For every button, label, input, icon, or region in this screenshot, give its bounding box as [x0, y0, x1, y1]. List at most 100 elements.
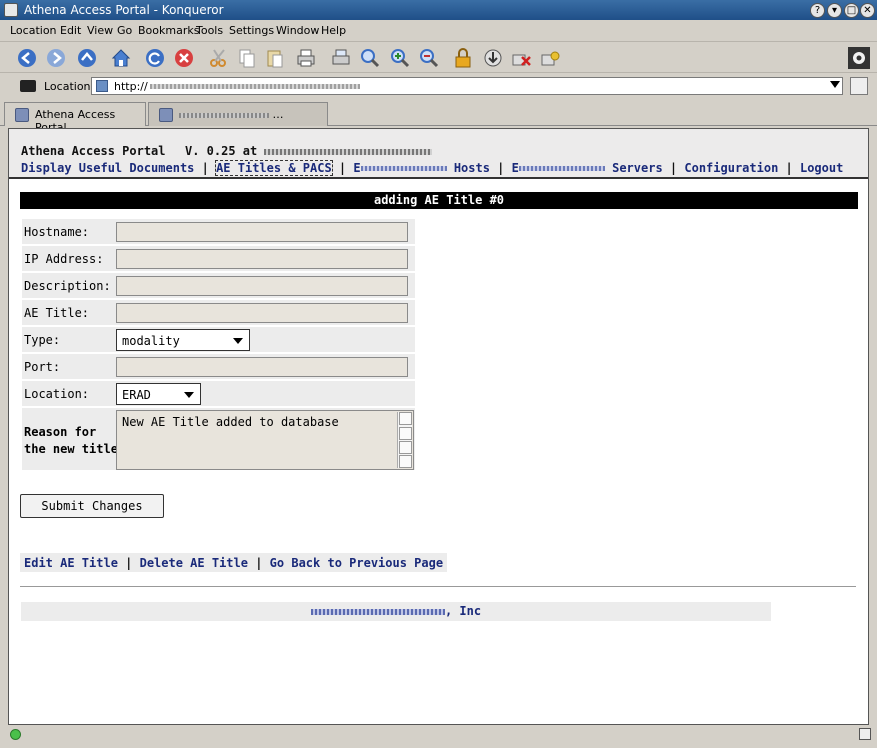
status-led-icon: [10, 729, 21, 740]
portal-name: Athena Access Portal: [21, 144, 166, 158]
portal-nav: Display Useful Documents | AE Titles & P…: [21, 160, 844, 176]
download-icon[interactable]: [482, 47, 504, 69]
maximize-window-button[interactable]: □: [844, 3, 859, 18]
reload-icon[interactable]: [144, 47, 166, 69]
close-window-button[interactable]: ✕: [860, 3, 875, 18]
ip-address-row: IP Address:: [22, 246, 415, 271]
location-selected-value: ERAD: [122, 388, 151, 402]
menu-settings[interactable]: Settings: [229, 24, 274, 37]
print-frame-icon[interactable]: [330, 47, 352, 69]
minimize-window-button[interactable]: ▾: [827, 3, 842, 18]
portal-header: Athena Access Portal V. 0.25 at Display …: [9, 129, 868, 179]
menu-window[interactable]: Window: [276, 24, 319, 37]
version-text: V. 0.25 at: [185, 144, 258, 158]
menu-bar: Location Edit View Go Bookmarks Tools Se…: [0, 20, 877, 42]
location-url-redacted: [150, 84, 360, 89]
footer-divider: [20, 586, 856, 587]
up-icon[interactable]: [76, 47, 98, 69]
menu-location[interactable]: Location: [10, 24, 57, 37]
menu-edit[interactable]: Edit: [60, 24, 81, 37]
window-title: Athena Access Portal - Konqueror: [24, 3, 224, 17]
zoom-icon[interactable]: [359, 47, 381, 69]
submit-changes-button[interactable]: Submit Changes: [20, 494, 164, 518]
copy-icon[interactable]: [236, 47, 258, 69]
tab-second[interactable]: …: [148, 102, 328, 126]
ae-title-input[interactable]: [116, 303, 408, 323]
menu-help[interactable]: Help: [321, 24, 346, 37]
nav-hosts[interactable]: E Hosts: [353, 161, 490, 175]
scroll-track[interactable]: [399, 427, 412, 440]
zoom-out-icon[interactable]: [418, 47, 440, 69]
tab-athena-access-portal[interactable]: Athena Access Portal: [4, 102, 146, 134]
type-selected-value: modality: [122, 334, 180, 348]
edit-ae-title-link[interactable]: Edit AE Title: [24, 556, 118, 570]
scroll-down-icon[interactable]: [399, 455, 412, 468]
scroll-track[interactable]: [399, 441, 412, 454]
hostname-label: Hostname:: [24, 225, 90, 239]
main-toolbar: [0, 43, 877, 73]
ae-title-label: AE Title:: [24, 306, 90, 320]
type-row: Type: modality: [22, 327, 415, 352]
block-icon[interactable]: [510, 47, 532, 69]
reason-text: New AE Title added to database: [122, 415, 339, 429]
nav-ae-titles-pacs[interactable]: AE Titles & PACS: [215, 160, 333, 176]
menu-view[interactable]: View: [87, 24, 113, 37]
print-icon[interactable]: [295, 47, 317, 69]
location-select[interactable]: ERAD: [116, 383, 201, 405]
paste-icon[interactable]: [264, 47, 286, 69]
menu-tools[interactable]: Tools: [196, 24, 223, 37]
back-icon[interactable]: [16, 47, 38, 69]
help-window-button[interactable]: ?: [810, 3, 825, 18]
reason-label: Reason for the new title:: [24, 425, 126, 456]
description-input[interactable]: [116, 276, 408, 296]
textarea-scrollbar[interactable]: [397, 412, 412, 468]
location-input[interactable]: http://: [91, 77, 843, 95]
port-row: Port:: [22, 354, 415, 379]
status-bar: [0, 726, 877, 748]
scroll-up-icon[interactable]: [399, 412, 412, 425]
host-redacted: [264, 148, 433, 155]
cut-icon[interactable]: [208, 47, 230, 69]
delete-ae-title-link[interactable]: Delete AE Title: [140, 556, 248, 570]
home-icon[interactable]: [110, 47, 132, 69]
forward-icon[interactable]: [45, 47, 67, 69]
nav-display-useful-documents[interactable]: Display Useful Documents: [21, 161, 194, 175]
window-titlebar: Athena Access Portal - Konqueror ? ▾ □ ✕: [0, 0, 877, 20]
page-actions: Edit AE Title | Delete AE Title | Go Bac…: [20, 553, 448, 572]
location-row: Location: ERAD: [22, 381, 415, 406]
zoom-in-icon[interactable]: [389, 47, 411, 69]
stop-icon[interactable]: [173, 47, 195, 69]
ae-title-form: Hostname: IP Address: Description: AE Ti…: [22, 219, 415, 472]
go-back-link[interactable]: Go Back to Previous Page: [270, 556, 443, 570]
tab-favicon-icon: [159, 108, 173, 122]
reason-row: Reason for the new title: New AE Title ad…: [22, 408, 415, 470]
lock-icon[interactable]: [452, 47, 474, 69]
location-dropdown-icon[interactable]: [830, 81, 840, 88]
resize-grip[interactable]: [859, 728, 871, 740]
company-name-redacted: [310, 608, 445, 615]
description-row: Description:: [22, 273, 415, 298]
nav-logout[interactable]: Logout: [800, 161, 843, 175]
nav-servers[interactable]: E Servers: [512, 161, 663, 175]
type-select[interactable]: modality: [116, 329, 250, 351]
hostname-input[interactable]: [116, 222, 408, 242]
reason-textarea[interactable]: New AE Title added to database: [116, 410, 414, 470]
konqueror-app-icon[interactable]: [4, 3, 18, 17]
port-input[interactable]: [116, 357, 408, 377]
company-suffix: , Inc: [444, 604, 482, 618]
go-button[interactable]: [850, 77, 868, 95]
location-bar: Location: http://: [0, 74, 877, 98]
tab-label: …: [272, 108, 284, 121]
clear-location-icon[interactable]: [20, 80, 36, 92]
location-url: http://: [114, 80, 148, 93]
chevron-down-icon: [233, 338, 243, 344]
tab-label-redacted: [179, 112, 269, 118]
plugin-icon[interactable]: [539, 47, 561, 69]
location-field-label: Location:: [24, 387, 90, 401]
menu-bookmarks[interactable]: Bookmarks: [138, 24, 199, 37]
ip-address-input[interactable]: [116, 249, 408, 269]
menu-go[interactable]: Go: [117, 24, 132, 37]
nav-configuration[interactable]: Configuration: [684, 161, 778, 175]
company-footer: , Inc: [21, 602, 771, 621]
tab-bar: Athena Access Portal …: [0, 100, 877, 134]
